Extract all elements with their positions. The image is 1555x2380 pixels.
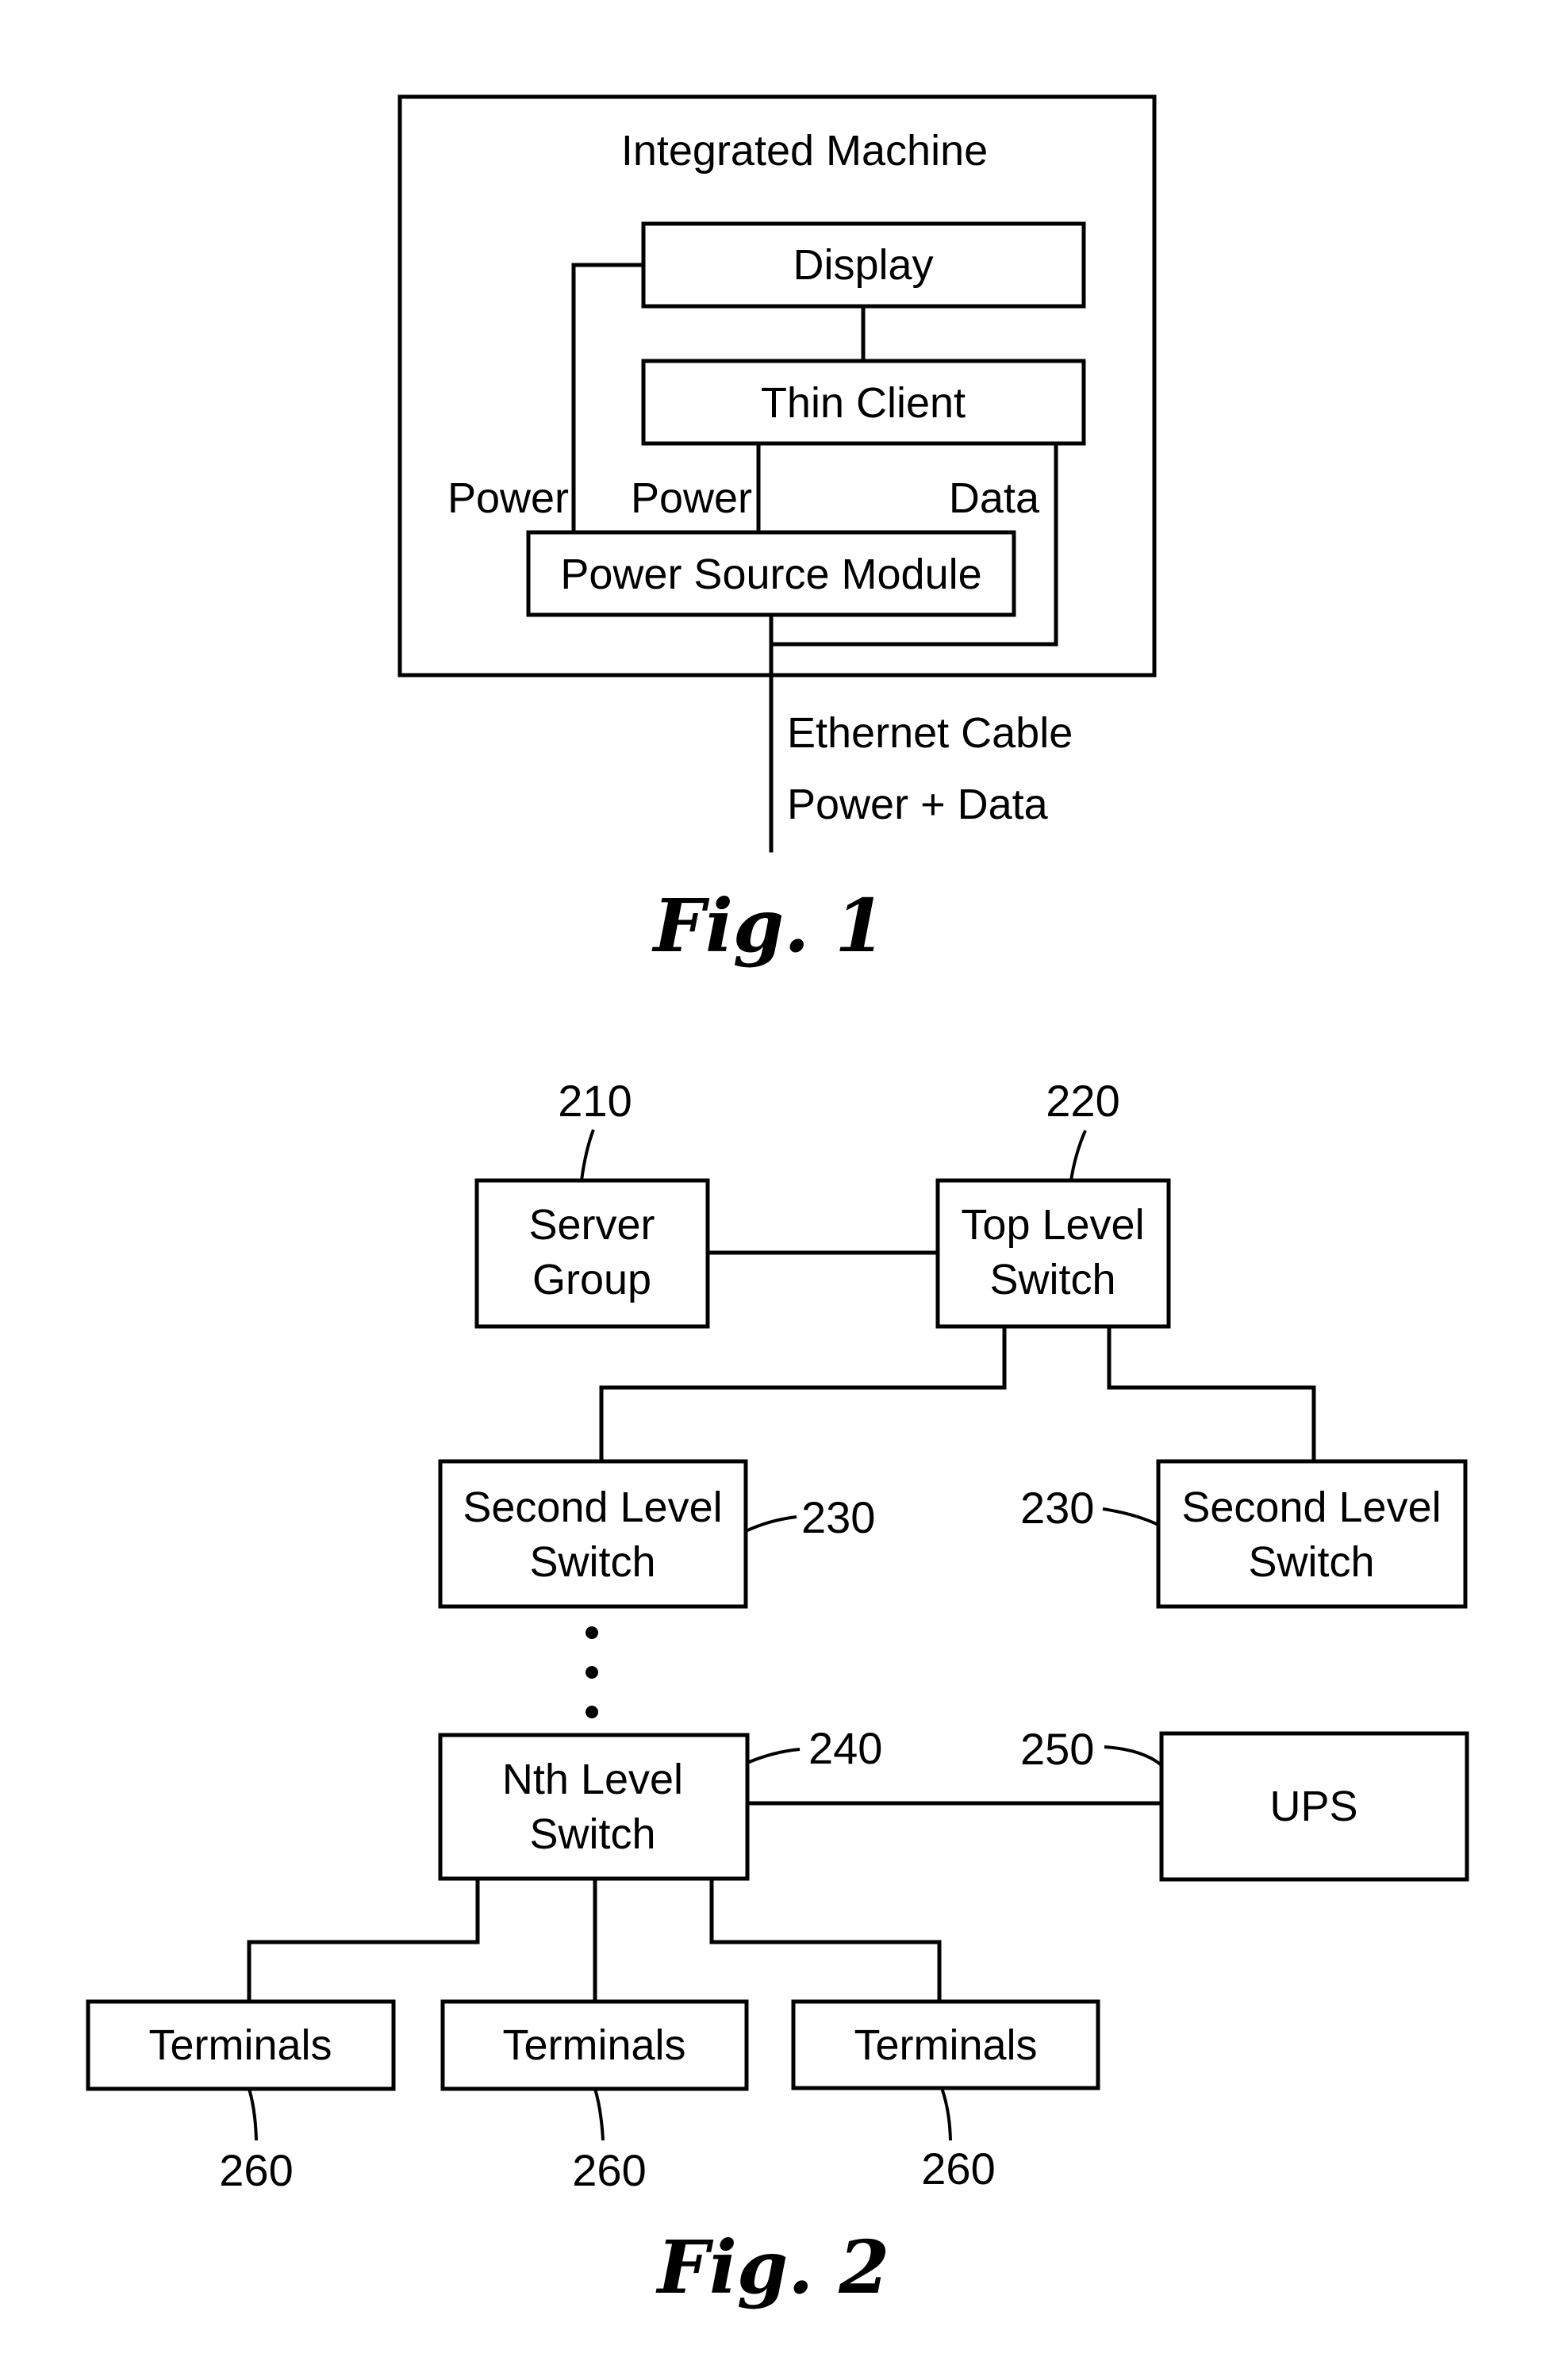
nth-level-switch-label-line1: Nth Level: [502, 1756, 683, 1803]
second-level-switch-right-label-line2: Switch: [1248, 1538, 1374, 1586]
ethernet-cable-label: Ethernet Cable: [787, 709, 1073, 757]
terminals-3-label: Terminals: [854, 2021, 1037, 2069]
display-label: Display: [793, 241, 933, 289]
top-to-right-second-switch-link: [1107, 1324, 1316, 1464]
server-group-label-line1: Server: [528, 1201, 655, 1249]
ref-240-leader: [747, 1748, 801, 1764]
ref-260-1-leader: [248, 2088, 258, 2141]
thin-client-label: Thin Client: [761, 379, 966, 427]
second-level-switch-left-label-line1: Second Level: [463, 1484, 722, 1531]
patent-drawing-sheet: Integrated Machine Display Thin Client P…: [86, 94, 1469, 2310]
power-plus-data-label: Power + Data: [787, 781, 1049, 828]
ref-210-leader: [580, 1129, 595, 1181]
top-level-switch-label-line2: Switch: [989, 1256, 1115, 1303]
ref-210: 210: [558, 1076, 632, 1126]
ref-260-2: 260: [572, 2145, 646, 2195]
ref-220-leader: [1069, 1130, 1087, 1181]
ellipsis-dot-2: [586, 1666, 598, 1679]
second-level-switch-right-label-line1: Second Level: [1181, 1484, 1441, 1531]
ellipsis-dot-3: [586, 1706, 598, 1718]
figure-2: Server Group 210 Top Level Switch 220 Se…: [86, 1076, 1469, 2310]
data-label: Data: [949, 474, 1040, 522]
top-level-switch-label-line1: Top Level: [961, 1201, 1144, 1249]
ref-230-left-leader: [745, 1515, 797, 1533]
ref-260-3: 260: [921, 2144, 995, 2194]
ref-230-right: 230: [1020, 1483, 1094, 1533]
nth-to-terminals-1-link: [247, 1876, 480, 2004]
ref-260-2-leader: [593, 2088, 605, 2141]
ref-250: 250: [1020, 1724, 1094, 1774]
ref-220: 220: [1046, 1076, 1119, 1126]
power-source-module-label: Power Source Module: [560, 551, 981, 598]
ref-250-leader: [1104, 1745, 1163, 1767]
top-to-left-second-switch-link: [599, 1324, 1007, 1464]
ref-240: 240: [808, 1723, 882, 1773]
figure-2-caption: Fig. 2: [655, 2225, 890, 2310]
ref-230-right-leader: [1102, 1507, 1159, 1526]
ellipsis-dot-1: [586, 1626, 598, 1639]
nth-level-switch-label-line2: Switch: [529, 1810, 655, 1858]
nth-to-terminals-3-link: [709, 1876, 942, 2004]
ref-260-1: 260: [219, 2145, 293, 2195]
ups-label: UPS: [1269, 1783, 1357, 1830]
figure-1: Integrated Machine Display Thin Client P…: [397, 94, 1157, 969]
power-label-thin-client: Power: [631, 474, 752, 522]
second-level-switch-left-label-line2: Switch: [529, 1538, 655, 1586]
ref-230-left: 230: [801, 1492, 875, 1542]
integrated-machine-label: Integrated Machine: [621, 127, 988, 175]
figure-1-caption: Fig. 1: [651, 883, 886, 969]
power-label-display: Power: [447, 474, 569, 522]
ref-260-3-leader: [940, 2087, 952, 2141]
terminals-2-label: Terminals: [502, 2021, 685, 2069]
server-group-label-line2: Group: [532, 1256, 651, 1303]
terminals-1-label: Terminals: [148, 2021, 332, 2069]
